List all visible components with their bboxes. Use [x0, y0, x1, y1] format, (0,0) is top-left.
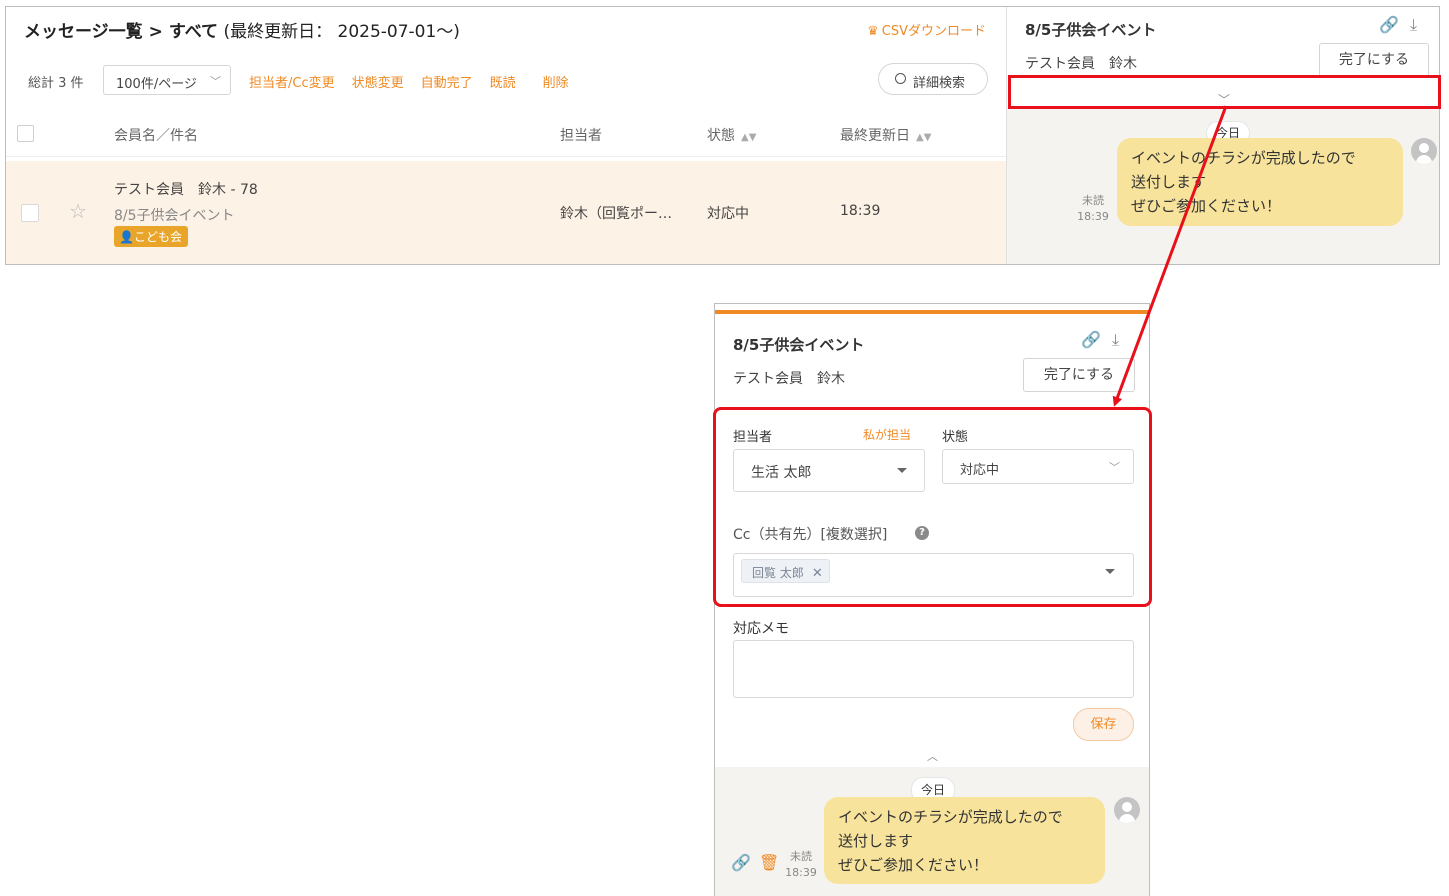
callout-arrow	[1112, 105, 1228, 407]
